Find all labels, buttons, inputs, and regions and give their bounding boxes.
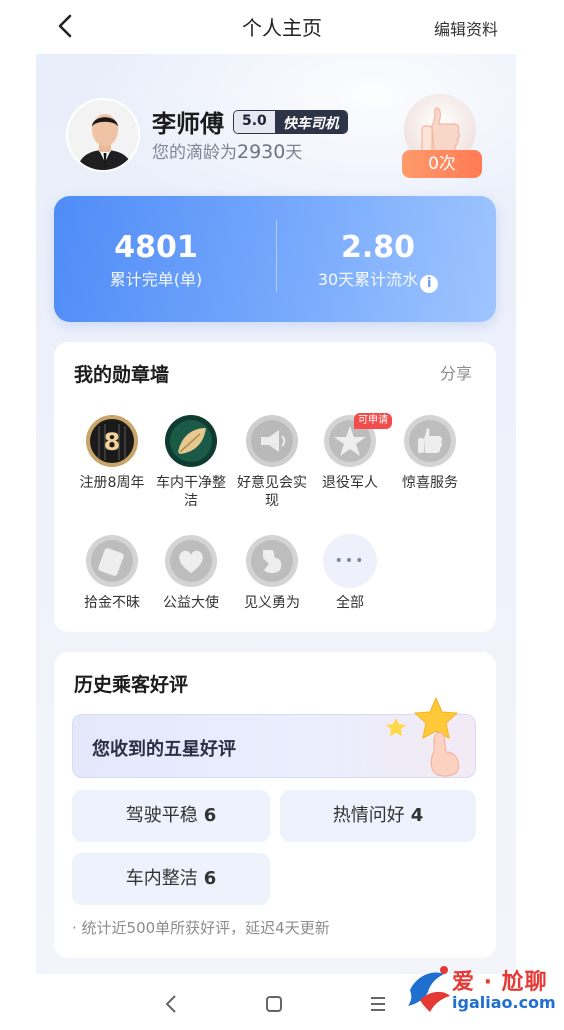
badge-label: 公益大使 [163,595,219,611]
badge-charity[interactable]: 公益大使 [151,534,231,612]
badge-label: 拾金不昧 [84,595,140,611]
wallet-badge-icon [85,534,139,588]
badge-label: 惊喜服务 [402,475,458,491]
badge-label: 车内干净整洁 [156,475,226,509]
tag-count: 4 [410,805,424,826]
eight-year-badge-icon: 8 [85,414,139,468]
likes-count: 0次 [402,150,482,178]
badge-clean-car[interactable]: 车内干净整洁 [151,414,231,510]
leaf-badge-icon [164,414,218,468]
revenue-value: 2.80 [340,230,416,265]
badge-eight-year[interactable]: 8 注册8周年 [72,414,152,492]
more-icon: ••• [323,534,377,588]
badge-honesty[interactable]: 拾金不昧 [72,534,152,612]
nav-back-button[interactable] [162,993,180,1019]
tag-label: 热情问好 [332,805,405,826]
watermark-url: igaliao.com [452,993,556,1012]
review-tag-warm-greeting[interactable]: 热情问好 4 [280,790,476,842]
rating-score: 5.0 [234,111,275,133]
orders-value: 4801 [114,230,198,265]
medal-wall-title: 我的勋章墙 [74,364,170,386]
nav-home-icon [266,996,282,1012]
edit-profile-button[interactable]: 编辑资料 [434,16,498,40]
badge-label: 退役军人 [322,475,378,491]
thumbs-up-icon [421,107,460,153]
reviews-title: 历史乘客好评 [74,674,189,696]
info-icon[interactable]: i [420,275,439,293]
revenue-label: 30天累计流水 [317,270,419,289]
review-tag-smooth-driving[interactable]: 驾驶平稳 6 [72,790,270,842]
seniority-text: 您的滴龄为2930天 [152,138,302,163]
tag-count: 6 [203,868,217,889]
review-tag-clean-car[interactable]: 车内整洁 6 [72,853,270,905]
seniority-days: 2930 [237,141,286,163]
svg-text:8: 8 [104,428,121,456]
badge-label: 见义勇为 [244,595,300,611]
seniority-suffix: 天 [285,143,303,163]
share-button[interactable]: 分享 [440,360,472,384]
tag-label: 驾驶平稳 [125,805,198,826]
badge-label: 全部 [336,595,364,611]
badge-bravery[interactable]: 见义勇为 [232,534,312,612]
tag-label: 车内整洁 [125,868,198,889]
arm-badge-icon [245,534,299,588]
megaphone-badge-icon [245,414,299,468]
heart-badge-icon [164,534,218,588]
badge-surprise-service[interactable]: 惊喜服务 [390,414,470,492]
nav-home-button[interactable] [264,993,284,1019]
nav-menu-button[interactable] [368,993,388,1019]
thumb-badge-icon [403,414,457,468]
badge-all[interactable]: ••• 全部 [310,534,390,612]
apply-tag: 可申请 [354,413,392,429]
rating-badge: 5.0 快车司机 [233,110,348,134]
avatar[interactable] [66,98,140,172]
revenue-label-row: 30天累计流水 i [268,266,488,293]
star-hand-icon [386,696,459,777]
nav-menu-icon [371,997,385,1011]
driver-type-label: 快车司机 [274,111,347,133]
seniority-prefix: 您的滴龄为 [152,143,237,163]
badge-good-advice[interactable]: 好意见会实现 [232,414,312,510]
badge-label: 好意见会实现 [237,475,307,509]
top-nav-bar: 个人主页 编辑资料 [0,0,564,54]
tag-count: 6 [203,805,217,826]
badge-label: 注册8周年 [79,475,145,491]
nav-back-icon [165,995,176,1013]
driver-name: 李师傅 [152,110,224,138]
review-note: · 统计近500单所获好评，延迟4天更新 [72,919,330,937]
watermark-title: 爱 · 尬聊 [452,970,548,995]
orders-label: 累计完单(单) [109,270,203,289]
five-star-label: 您收到的五星好评 [92,739,236,760]
more-dots: ••• [334,553,366,569]
